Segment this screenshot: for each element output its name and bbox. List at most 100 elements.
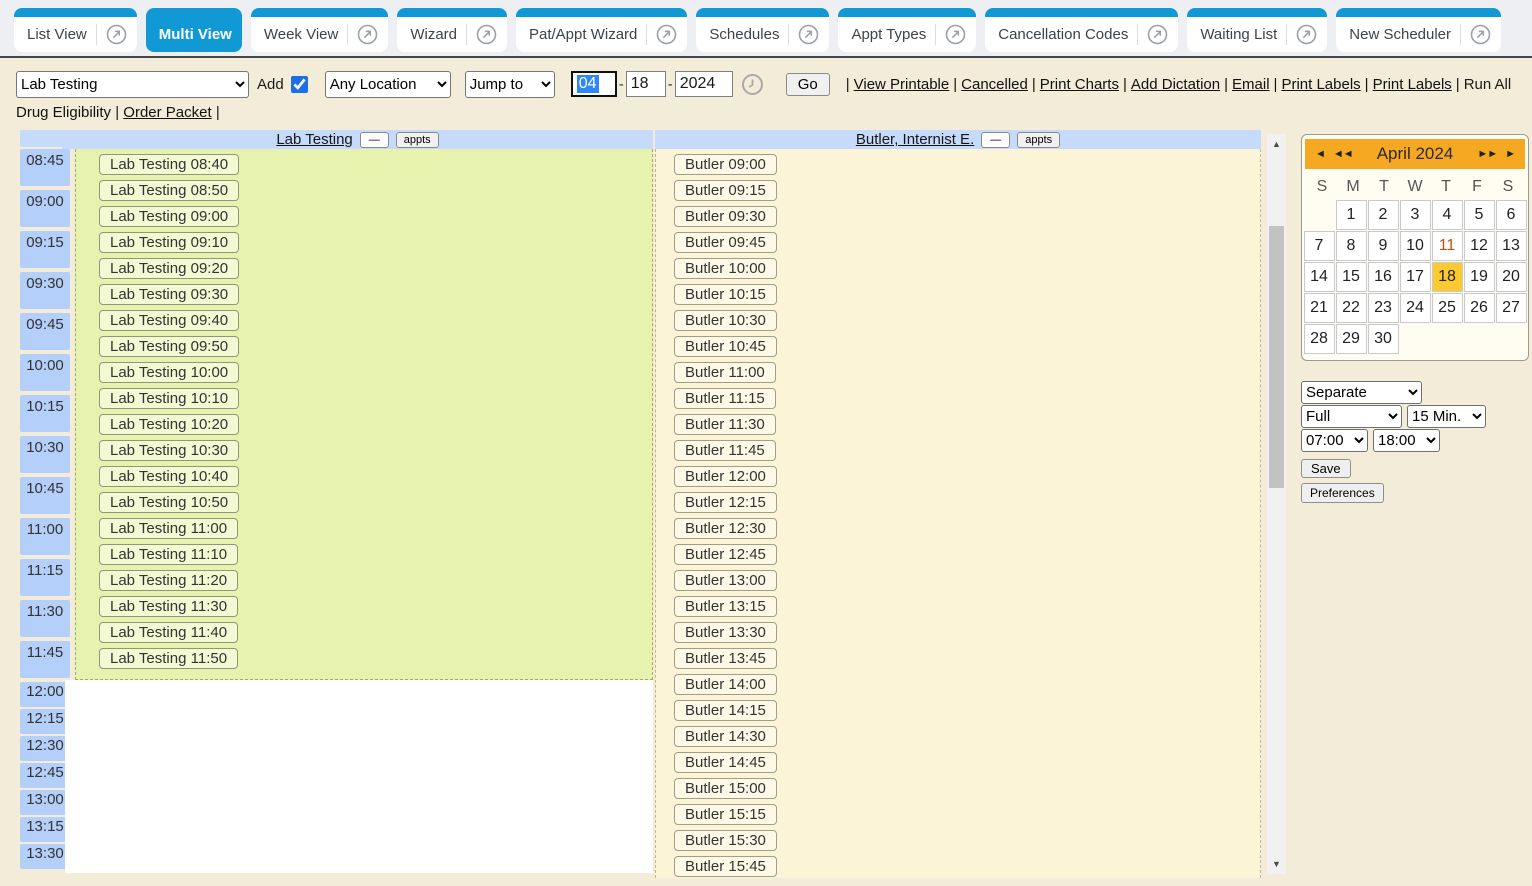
slot-button[interactable]: Butler 09:45 [674, 232, 777, 253]
butler-appts-button[interactable]: appts [1017, 132, 1060, 148]
slot-button[interactable]: Butler 11:00 [674, 362, 776, 383]
calendar-day-7[interactable]: 7 [1304, 231, 1335, 261]
scrollbar-thumb[interactable] [1269, 226, 1284, 488]
toolbar-link-view-printable[interactable]: View Printable [854, 76, 950, 93]
slot-button[interactable]: Butler 14:15 [674, 700, 777, 721]
open-in-new-window-icon[interactable] [96, 24, 127, 45]
butler-column-title-link[interactable]: Butler, Internist E. [856, 131, 974, 148]
slot-button[interactable]: Lab Testing 10:50 [99, 492, 239, 513]
open-in-new-window-icon[interactable] [347, 24, 378, 45]
slot-button[interactable]: Butler 09:15 [674, 180, 777, 201]
slot-button[interactable]: Lab Testing 08:40 [99, 154, 239, 175]
tab-multi-view[interactable]: Multi View [146, 8, 242, 52]
go-button[interactable]: Go [786, 73, 830, 96]
calendar-day-22[interactable]: 22 [1336, 293, 1367, 323]
calendar-day-14[interactable]: 14 [1304, 262, 1335, 292]
slot-button[interactable]: Butler 14:30 [674, 726, 777, 747]
date-day-input[interactable]: 18 [626, 71, 666, 97]
calendar-day-13[interactable]: 13 [1496, 231, 1527, 261]
slot-button[interactable]: Lab Testing 09:30 [99, 284, 239, 305]
location-select[interactable]: Any Location [325, 71, 451, 98]
toolbar-link-print-labels[interactable]: Print Labels [1373, 76, 1452, 93]
save-button[interactable]: Save [1301, 459, 1351, 478]
tab-wizard[interactable]: Wizard [397, 8, 507, 52]
slot-button[interactable]: Lab Testing 09:10 [99, 232, 239, 253]
lab-column-title-link[interactable]: Lab Testing [276, 131, 352, 148]
slot-button[interactable]: Butler 09:30 [674, 206, 777, 227]
calendar-day-9[interactable]: 9 [1368, 231, 1399, 261]
calendar-next-icon[interactable]: ► [1501, 148, 1519, 160]
schedule-select[interactable]: Lab Testing [16, 71, 249, 98]
add-checkbox[interactable] [291, 76, 308, 93]
calendar-day-5[interactable]: 5 [1464, 200, 1495, 230]
calendar-day-3[interactable]: 3 [1400, 200, 1431, 230]
slot-button[interactable]: Butler 10:00 [674, 258, 777, 279]
scroll-down-arrow-icon[interactable]: ▼ [1267, 856, 1286, 872]
calendar-day-28[interactable]: 28 [1304, 324, 1335, 354]
calendar-day-2[interactable]: 2 [1368, 200, 1399, 230]
slot-button[interactable]: Lab Testing 09:50 [99, 336, 239, 357]
tab-pat-appt-wizard[interactable]: Pat/Appt Wizard [516, 8, 687, 52]
calendar-day-8[interactable]: 8 [1336, 231, 1367, 261]
slot-button[interactable]: Butler 13:30 [674, 622, 777, 643]
slot-button[interactable]: Lab Testing 09:00 [99, 206, 239, 227]
clock-icon[interactable] [741, 73, 764, 96]
slot-button[interactable]: Butler 14:00 [674, 674, 777, 695]
interval-select[interactable]: 15 Min. [1407, 405, 1486, 428]
slot-button[interactable]: Butler 10:45 [674, 336, 777, 357]
calendar-day-16[interactable]: 16 [1368, 262, 1399, 292]
slot-button[interactable]: Butler 11:15 [674, 388, 776, 409]
calendar-day-21[interactable]: 21 [1304, 293, 1335, 323]
open-in-new-window-icon[interactable] [466, 24, 497, 45]
calendar-day-6[interactable]: 6 [1496, 200, 1527, 230]
tab-appt-types[interactable]: Appt Types [838, 8, 976, 52]
start-time-select[interactable]: 07:00 [1301, 429, 1368, 452]
slot-button[interactable]: Lab Testing 09:20 [99, 258, 239, 279]
open-in-new-window-icon[interactable] [935, 24, 966, 45]
toolbar-link-print-charts[interactable]: Print Charts [1040, 76, 1119, 93]
tab-new-scheduler[interactable]: New Scheduler [1336, 8, 1501, 52]
slot-button[interactable]: Butler 10:15 [674, 284, 777, 305]
slot-button[interactable]: Lab Testing 09:40 [99, 310, 239, 331]
calendar-day-25[interactable]: 25 [1432, 293, 1463, 323]
calendar-day-15[interactable]: 15 [1336, 262, 1367, 292]
calendar-day-29[interactable]: 29 [1336, 324, 1367, 354]
slot-button[interactable]: Butler 12:15 [674, 492, 777, 513]
calendar-day-19[interactable]: 19 [1464, 262, 1495, 292]
calendar-day-24[interactable]: 24 [1400, 293, 1431, 323]
open-in-new-window-icon[interactable] [1137, 24, 1168, 45]
slot-button[interactable]: Butler 13:45 [674, 648, 777, 669]
open-in-new-window-icon[interactable] [646, 24, 677, 45]
slot-button[interactable]: Butler 11:30 [674, 414, 776, 435]
slot-button[interactable]: Lab Testing 10:30 [99, 440, 239, 461]
slot-button[interactable]: Butler 15:15 [674, 804, 777, 825]
slot-button[interactable]: Lab Testing 10:20 [99, 414, 239, 435]
size-select[interactable]: Full [1301, 405, 1402, 428]
slot-button[interactable]: Lab Testing 11:40 [99, 622, 238, 643]
toolbar-link-print-labels[interactable]: Print Labels [1281, 76, 1360, 93]
preferences-button[interactable]: Preferences [1301, 483, 1384, 503]
date-month-input[interactable]: 04 [571, 71, 617, 97]
layout-select[interactable]: Separate [1301, 381, 1422, 404]
slot-button[interactable]: Lab Testing 11:30 [99, 596, 238, 617]
open-in-new-window-icon[interactable] [1286, 24, 1317, 45]
toolbar-link-cancelled[interactable]: Cancelled [961, 76, 1028, 93]
slot-button[interactable]: Butler 15:30 [674, 830, 777, 851]
slot-button[interactable]: Butler 14:45 [674, 752, 777, 773]
date-year-input[interactable]: 2024 [675, 71, 733, 97]
jump-to-select[interactable]: Jump to [465, 71, 555, 98]
calendar-day-26[interactable]: 26 [1464, 293, 1495, 323]
toolbar-link-add-dictation[interactable]: Add Dictation [1131, 76, 1220, 93]
slot-button[interactable]: Butler 11:45 [674, 440, 776, 461]
slot-button[interactable]: Butler 13:00 [674, 570, 777, 591]
calendar-day-27[interactable]: 27 [1496, 293, 1527, 323]
run-all-label[interactable]: Run All [1464, 76, 1512, 93]
butler-collapse-button[interactable]: — [981, 132, 1010, 148]
calendar-day-18[interactable]: 18 [1432, 262, 1463, 292]
scroll-up-arrow-icon[interactable]: ▲ [1267, 136, 1286, 152]
calendar-day-23[interactable]: 23 [1368, 293, 1399, 323]
tab-week-view[interactable]: Week View [251, 8, 388, 52]
slot-button[interactable]: Butler 10:30 [674, 310, 777, 331]
tab-schedules[interactable]: Schedules [696, 8, 829, 52]
slot-button[interactable]: Butler 09:00 [674, 154, 777, 175]
